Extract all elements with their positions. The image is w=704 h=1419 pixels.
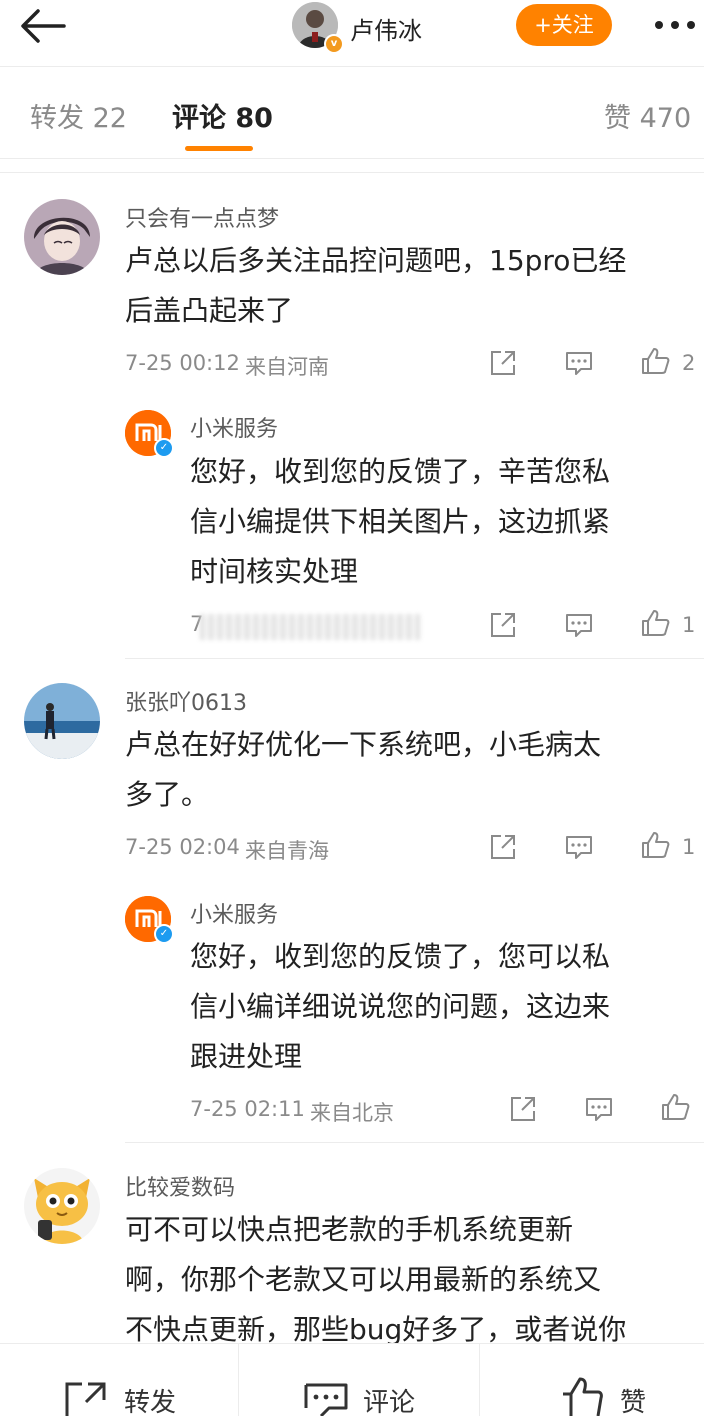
comment-text-line: 多了。 — [125, 778, 210, 811]
tab-likes[interactable]: 赞 470 — [604, 96, 691, 135]
comment-text-line: 啊，你那个老款又可以用最新的系统又 — [125, 1263, 602, 1296]
comment-button[interactable]: 评论 — [239, 1344, 479, 1418]
comment-text-line: 可不可以快点把老款的手机系统更新 — [125, 1213, 574, 1246]
reply-time: 7-25 02:11 — [190, 1097, 305, 1121]
like-label: 赞 — [620, 1388, 647, 1418]
reply-location: 来自北京 — [310, 1101, 394, 1125]
repost-icon — [64, 1380, 108, 1416]
verified-v-icon: v — [324, 34, 344, 54]
commenter-name[interactable]: 比较爱数码 — [125, 1170, 235, 1202]
divider — [125, 658, 704, 659]
commenter-avatar[interactable] — [24, 683, 100, 759]
more-icon[interactable] — [650, 10, 700, 40]
comment-icon[interactable] — [584, 1094, 614, 1124]
comment-icon[interactable] — [564, 348, 594, 378]
commenter-avatar[interactable] — [24, 199, 100, 275]
like-icon[interactable] — [660, 1092, 690, 1122]
comment-icon — [303, 1382, 349, 1416]
reply-text-line: 时间核实处理 — [190, 555, 359, 588]
comment-location: 来自青海 — [245, 839, 329, 863]
blurred-meta — [200, 614, 420, 640]
share-icon[interactable] — [488, 610, 518, 640]
comment-icon[interactable] — [564, 832, 594, 862]
verified-check-icon: ✓ — [154, 924, 174, 944]
repost-label: 转发 — [124, 1388, 177, 1418]
follow-button[interactable]: +关注 — [516, 4, 612, 46]
share-icon[interactable] — [488, 832, 518, 862]
top-bar: v 卢伟冰 +关注 — [0, 0, 704, 67]
reply-text-line: 跟进处理 — [190, 1040, 303, 1073]
share-icon[interactable] — [508, 1094, 538, 1124]
like-count: 1 — [682, 613, 696, 637]
like-count: 2 — [682, 351, 696, 375]
commenter-name[interactable]: 只会有一点点梦 — [125, 201, 279, 233]
bottom-action-bar: 转发 评论 赞 — [0, 1343, 704, 1418]
verified-check-icon: ✓ — [154, 438, 174, 458]
divider — [0, 172, 704, 173]
repost-button[interactable]: 转发 — [0, 1344, 238, 1418]
comment-text-line: 卢总在好好优化一下系统吧，小毛病太 — [125, 728, 602, 761]
comment-text-line: 后盖凸起来了 — [125, 294, 294, 327]
like-icon[interactable] — [640, 830, 670, 860]
reply-user-name[interactable]: 小米服务 — [190, 897, 278, 929]
divider — [125, 1142, 704, 1143]
commenter-name[interactable]: 张张吖0613 — [125, 685, 247, 717]
reply-user-name[interactable]: 小米服务 — [190, 411, 278, 443]
comment-time: 7-25 00:12 — [125, 351, 240, 375]
comment-location: 来自河南 — [245, 355, 329, 379]
tab-bar: 转发 22 评论 80 赞 470 — [0, 66, 704, 159]
tab-comments[interactable]: 评论 80 — [172, 96, 273, 135]
commenter-avatar[interactable] — [24, 1168, 100, 1244]
back-arrow-icon[interactable] — [18, 6, 68, 46]
author-name[interactable]: 卢伟冰 — [350, 11, 422, 46]
comment-label: 评论 — [363, 1388, 416, 1418]
like-icon[interactable] — [640, 346, 670, 376]
like-count: 1 — [682, 835, 696, 859]
tab-repost[interactable]: 转发 22 — [30, 96, 127, 135]
like-icon — [560, 1376, 604, 1416]
comment-time: 7-25 02:04 — [125, 835, 240, 859]
like-button[interactable]: 赞 — [480, 1344, 704, 1418]
reply-text-line: 信小编详细说说您的问题，这边来 — [190, 990, 611, 1023]
like-icon[interactable] — [640, 608, 670, 638]
comment-icon[interactable] — [564, 610, 594, 640]
reply-text-line: 您好，收到您的反馈了，辛苦您私 — [190, 455, 611, 488]
active-tab-indicator — [185, 146, 253, 151]
comment-text-line: 卢总以后多关注品控问题吧，15pro已经 — [125, 244, 627, 277]
reply-text-line: 您好，收到您的反馈了，您可以私 — [190, 940, 611, 973]
reply-text-line: 信小编提供下相关图片，这边抓紧 — [190, 505, 611, 538]
share-icon[interactable] — [488, 348, 518, 378]
